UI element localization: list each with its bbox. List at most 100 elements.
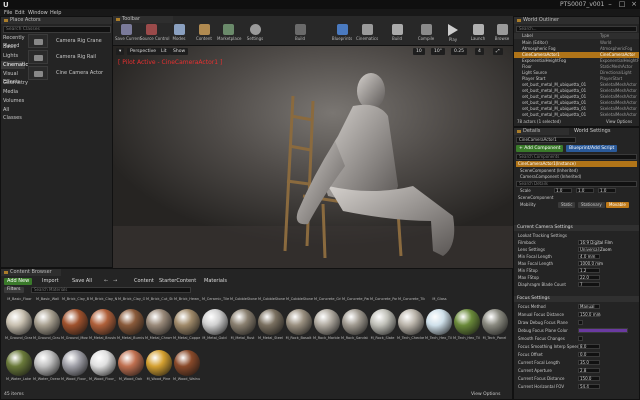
save-current-button[interactable]: Save Current — [115, 24, 141, 46]
category-geometry[interactable]: Geometry — [1, 79, 28, 87]
material-thumbnail[interactable] — [6, 350, 32, 376]
scale-y-field[interactable]: 1.0 — [576, 188, 594, 193]
camera-setting-value[interactable]: Universal Zoom — [578, 247, 612, 252]
launch-button[interactable]: Launch — [467, 24, 489, 46]
camera-setting-value[interactable]: 16:9 Digital Film — [578, 240, 613, 245]
place-actors-tab[interactable]: Place Actors — [1, 17, 112, 24]
asset-label[interactable]: M_Brick_Cut_Stone — [146, 297, 173, 305]
place-item-camera-rig-crane[interactable]: Camera Rig Crane — [28, 34, 112, 48]
current-camera-settings-section[interactable]: Current Camera Settings — [514, 225, 639, 231]
material-thumbnail[interactable] — [258, 309, 284, 335]
focus-setting-value[interactable]: 150.0 mm — [578, 312, 601, 317]
content-button[interactable]: Content — [193, 24, 215, 46]
search-materials-input[interactable]: Search Materials — [31, 287, 191, 293]
camera-setting-value[interactable]: 4.0 mm — [578, 254, 600, 259]
material-thumbnail[interactable] — [174, 350, 200, 376]
checkbox[interactable] — [578, 336, 583, 341]
asset-label[interactable]: M_Brick_Hewn_Stone — [174, 297, 201, 305]
focus-setting-value[interactable]: 35.0 — [578, 360, 600, 365]
component-camera[interactable]: CameraComponent (Inherited) — [520, 174, 581, 179]
camera-setting-value[interactable]: 1.2 — [578, 268, 600, 273]
category-all-classes[interactable]: All Classes — [1, 106, 25, 121]
material-thumbnail[interactable] — [230, 309, 256, 335]
material-thumbnail[interactable] — [482, 309, 508, 335]
category-visual-effects[interactable]: Visual Effects — [1, 70, 25, 85]
viewport-menu-button[interactable]: ▾ — [116, 48, 125, 55]
focus-setting-value[interactable]: 2.8 — [578, 368, 600, 373]
search-details-input[interactable]: Search Details — [516, 181, 637, 187]
grid-snap-button[interactable]: 10 — [413, 48, 425, 55]
asset-label[interactable]: M_CobbleStone_Pebble — [230, 297, 257, 305]
material-thumbnail[interactable] — [118, 350, 144, 376]
category-lights[interactable]: Lights — [1, 52, 25, 60]
build-lighting-button[interactable]: Build — [386, 24, 408, 46]
material-thumbnail[interactable] — [62, 309, 88, 335]
material-thumbnail[interactable] — [454, 309, 480, 335]
component-scene[interactable]: SceneComponent (Inherited) — [520, 168, 578, 173]
build-button[interactable]: Build — [289, 24, 311, 46]
camera-setting-value[interactable]: 7 — [578, 282, 600, 287]
instance-row[interactable]: CineCameraActor1(Instance) — [516, 161, 637, 167]
search-classes-input[interactable]: Search Classes — [3, 26, 111, 33]
material-thumbnail[interactable] — [286, 309, 312, 335]
angle-snap-button[interactable]: 10° — [431, 48, 445, 55]
outliner-view-options[interactable]: View Options — [606, 119, 632, 124]
blueprints-button[interactable]: Blueprints — [331, 24, 353, 46]
focus-setting-value[interactable]: 8.0 — [578, 344, 600, 349]
asset-label[interactable]: M_Brick_Clay_Old — [118, 297, 145, 305]
material-thumbnail[interactable] — [398, 309, 424, 335]
maximize-icon[interactable]: □ — [616, 0, 628, 9]
asset-label[interactable]: M_Brick_Clay_Beveled — [62, 297, 89, 305]
save-all-button[interactable]: Save All — [69, 278, 95, 285]
material-thumbnail[interactable] — [342, 309, 368, 335]
mobility-stationary[interactable]: Stationary — [578, 202, 605, 208]
marketplace-button[interactable]: Marketplace — [217, 24, 242, 46]
toolbar-tab[interactable]: Toolbar — [113, 16, 173, 23]
actor-name-field[interactable]: CineCameraActor1 — [516, 137, 576, 143]
camera-setting-value[interactable]: 1000.0 mm — [578, 261, 603, 266]
focus-setting-value[interactable]: 150.0 — [578, 376, 600, 381]
debug-focus-color-swatch[interactable] — [578, 328, 628, 333]
asset-label[interactable]: M_Ceramic_Tile_Checker — [202, 297, 229, 305]
outliner-row[interactable]: set_bust_metal_M_ubiquetta_01 SkeletalMes… — [514, 112, 639, 118]
compile-button[interactable]: Compile — [415, 24, 437, 46]
material-thumbnail[interactable] — [174, 309, 200, 335]
add-component-button[interactable]: + Add Component — [516, 145, 564, 152]
place-item-cine-camera-actor[interactable]: Cine Camera Actor — [28, 66, 112, 80]
browse-button[interactable]: Browse — [491, 24, 513, 46]
checkbox[interactable] — [578, 320, 583, 325]
material-thumbnail[interactable] — [426, 309, 452, 335]
forward-arrow-icon[interactable]: → — [110, 278, 120, 285]
search-components-input[interactable]: Search Components — [516, 154, 637, 160]
content-view-options[interactable]: View Options — [471, 392, 500, 397]
add-new-button[interactable]: Add New — [4, 278, 33, 285]
mobility-movable[interactable]: Movable — [606, 202, 629, 208]
asset-label[interactable]: M_Brick_Clay_New — [90, 297, 117, 305]
material-thumbnail[interactable] — [146, 309, 172, 335]
focus-setting-value[interactable]: 54.4 — [578, 384, 600, 389]
asset-label[interactable]: M_Concrete_Panels — [342, 297, 369, 305]
minimize-icon[interactable]: – — [604, 0, 616, 9]
asset-label[interactable]: M_Basic_Floor — [6, 297, 33, 305]
scale-z-field[interactable]: 1.0 — [598, 188, 616, 193]
world-outliner-tab[interactable]: World Outliner — [514, 17, 639, 24]
place-item-camera-rig-rail[interactable]: Camera Rig Rail — [28, 50, 112, 64]
category-basic[interactable]: Basic — [1, 43, 25, 51]
material-thumbnail[interactable] — [370, 309, 396, 335]
asset-label[interactable]: M_Concrete_Tiles — [398, 297, 425, 305]
play-button[interactable]: Play — [442, 24, 464, 46]
asset-label[interactable]: M_Glass — [426, 297, 453, 305]
path-startercontent[interactable]: StarterContent — [156, 278, 199, 285]
scale-snap-button[interactable]: 0.25 — [451, 48, 468, 55]
modes-button[interactable]: Modes — [168, 24, 190, 46]
asset-label[interactable]: M_Concrete_Grime — [314, 297, 341, 305]
material-thumbnail[interactable] — [34, 350, 60, 376]
details-tab[interactable]: Details — [514, 128, 569, 135]
maximize-viewport-button[interactable]: ⤢ — [493, 48, 503, 55]
material-thumbnail[interactable] — [146, 350, 172, 376]
material-thumbnail[interactable] — [202, 309, 228, 335]
path-materials[interactable]: Materials — [201, 278, 230, 285]
category-media[interactable]: Media — [1, 88, 25, 96]
focus-setting-value[interactable]: Manual — [578, 304, 600, 309]
material-thumbnail[interactable] — [118, 309, 144, 335]
